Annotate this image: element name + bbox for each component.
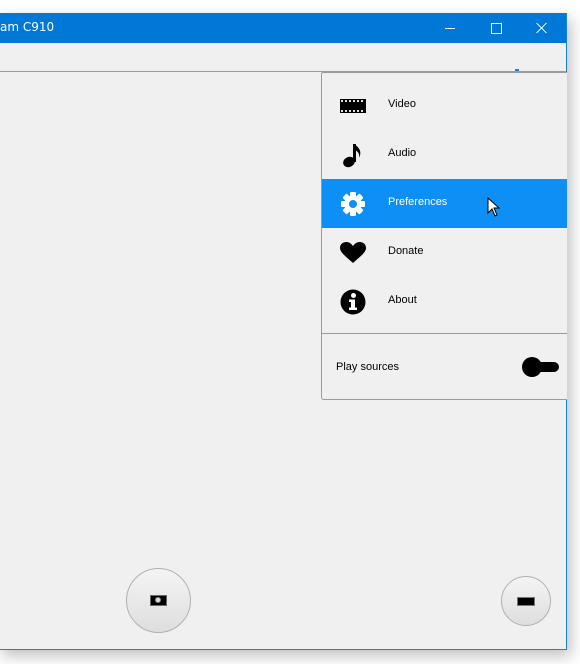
menu-divider (322, 333, 567, 334)
mouse-cursor-icon (487, 197, 501, 217)
title-bar[interactable]: am C910 (0, 13, 566, 43)
snapshot-button[interactable] (126, 568, 191, 633)
close-button[interactable] (519, 13, 565, 43)
menu-item-label: Donate (388, 245, 424, 257)
maximize-icon (490, 22, 502, 34)
menu-panel: Video Audio Preferences Donate About Pla… (321, 72, 567, 400)
app-window: am C910 Video Audio Preferences Donate A… (0, 13, 567, 650)
minimize-icon (445, 27, 455, 29)
close-icon (536, 22, 548, 34)
menu-item-video[interactable]: Video (322, 81, 567, 130)
minimize-button[interactable] (427, 13, 473, 43)
menu-item-donate[interactable]: Donate (322, 228, 567, 277)
fullscreen-icon (517, 596, 535, 606)
toggle-knob[interactable] (522, 357, 542, 377)
film-strip-icon (340, 93, 366, 119)
menu-item-label: Video (388, 98, 416, 110)
menu-item-label: Preferences (388, 196, 448, 208)
gear-icon (340, 191, 366, 217)
menu-toggle-indicator[interactable] (515, 69, 519, 71)
menu-item-audio[interactable]: Audio (322, 130, 567, 179)
play-sources-toggle[interactable] (522, 357, 562, 377)
music-note-icon (340, 142, 366, 168)
window-title: am C910 (0, 20, 55, 34)
menu-item-preferences[interactable]: Preferences (322, 179, 567, 228)
info-icon (340, 289, 366, 315)
menu-item-about[interactable]: About (322, 277, 567, 326)
menu-item-label: About (388, 294, 417, 306)
play-sources-label: Play sources (336, 361, 399, 373)
maximize-button[interactable] (473, 13, 519, 43)
camera-icon (150, 595, 167, 606)
menu-item-label: Audio (388, 147, 417, 159)
fullscreen-button[interactable] (501, 576, 551, 626)
heart-icon (340, 240, 366, 266)
